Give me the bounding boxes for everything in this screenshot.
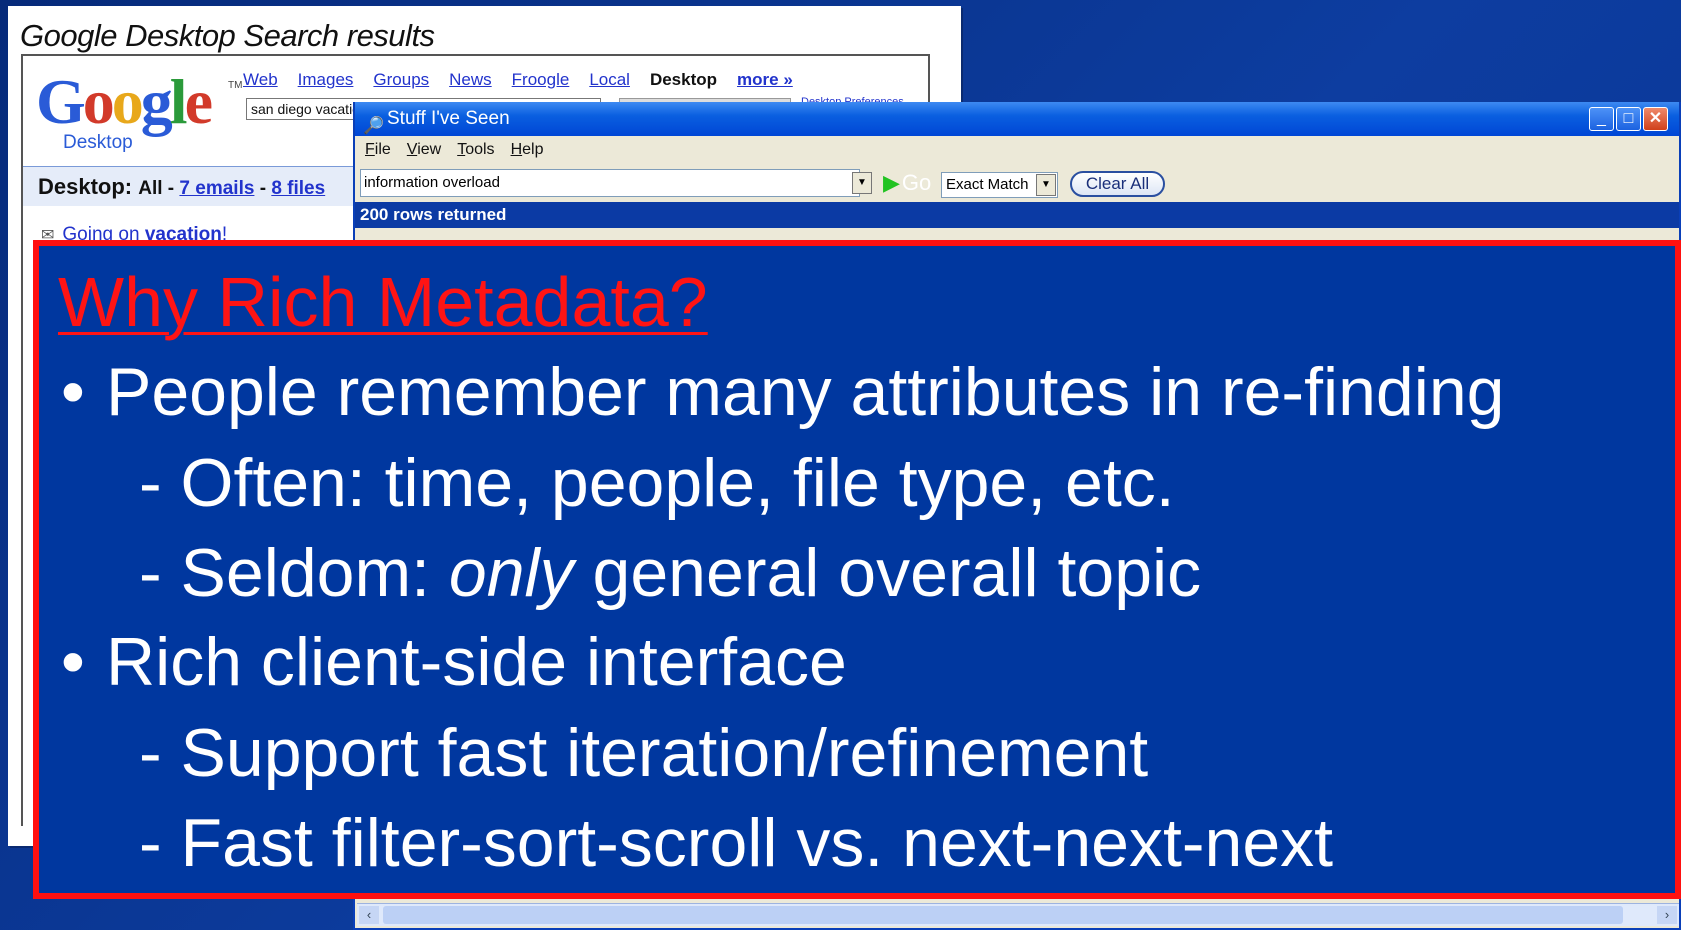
go-button[interactable]: ▶Go [883, 169, 931, 197]
results-files-link[interactable]: 8 files [271, 178, 325, 199]
menu-view[interactable]: View [407, 136, 441, 164]
dash-mark: - [139, 535, 181, 611]
bullet-icon: • [61, 624, 85, 700]
nav-news[interactable]: News [449, 70, 492, 90]
logo-desktop-label: Desktop [63, 132, 133, 153]
scroll-thumb[interactable] [383, 906, 1623, 924]
sub-bullet-line: - Often: time, people, file type, etc. [139, 449, 1175, 517]
nav-images[interactable]: Images [298, 70, 354, 90]
minimize-button[interactable]: _ [1589, 107, 1614, 131]
google-desktop-caption: Google Desktop Search results [20, 18, 435, 53]
google-nav: Web Images Groups News Froogle Local Des… [243, 70, 793, 90]
bullet-text: People remember many attributes in re-fi… [106, 354, 1505, 430]
sub-bullet-text: Fast filter-sort-scroll vs. next-next-ne… [180, 805, 1334, 881]
results-all[interactable]: All [138, 178, 162, 199]
bullet-icon: • [61, 354, 85, 430]
bullet-line: • Rich client-side interface [61, 628, 847, 696]
results-sep: - [162, 178, 180, 199]
window-title: Stuff I've Seen [387, 108, 510, 129]
search-toolbar: information overload ▼ ▶Go Exact Match ▼… [355, 164, 1679, 202]
nav-more[interactable]: more » [737, 70, 793, 90]
maximize-button[interactable]: □ [1616, 107, 1641, 131]
play-arrow-icon: ▶ [883, 170, 900, 195]
go-label: Go [901, 170, 932, 195]
dash-mark: - [139, 805, 181, 881]
clear-all-button[interactable]: Clear All [1070, 171, 1165, 197]
slide-panel: Why Rich Metadata? • People remember many… [33, 240, 1681, 899]
bullet-line: • People remember many attributes in re-f… [61, 358, 1504, 426]
sub-bullet-text: Seldom: [180, 535, 449, 611]
sub-bullet-text: general overall topic [573, 535, 1202, 611]
nav-web[interactable]: Web [243, 70, 278, 90]
scroll-left-icon[interactable]: ‹ [359, 906, 379, 924]
menu-tools[interactable]: Tools [457, 136, 494, 164]
title-bar: 🔎 Stuff I've Seen _ □ ✕ [355, 102, 1679, 136]
slide-title: Why Rich Metadata? [58, 263, 708, 341]
sub-bullet-line: - Seldom: only general overall topic [139, 539, 1201, 607]
results-emails-link[interactable]: 7 emails [179, 178, 254, 199]
rows-returned-status: 200 rows returned [355, 202, 1679, 228]
query-dropdown-arrow-icon[interactable]: ▼ [852, 172, 872, 194]
emphasis-text: only [448, 535, 574, 611]
app-key-icon: 🔎 [363, 116, 385, 135]
close-button[interactable]: ✕ [1643, 107, 1668, 131]
dash-mark: - [139, 715, 181, 791]
match-dropdown-arrow-icon[interactable]: ▼ [1036, 174, 1056, 196]
scroll-right-icon[interactable]: › [1657, 906, 1677, 924]
bullet-text: Rich client-side interface [106, 624, 847, 700]
nav-desktop[interactable]: Desktop [650, 70, 717, 90]
results-sep: - [254, 178, 272, 199]
logo-trademark: TM [228, 80, 243, 91]
menu-bar: File View Tools Help [355, 136, 1679, 164]
results-label: Desktop: [38, 174, 133, 199]
sub-bullet-text: Often: time, people, file type, etc. [180, 445, 1175, 521]
menu-help[interactable]: Help [511, 136, 544, 164]
nav-local[interactable]: Local [589, 70, 630, 90]
horizontal-scrollbar[interactable]: ‹ › [357, 903, 1679, 926]
google-logo: Google [36, 66, 213, 137]
dash-mark: - [139, 445, 181, 521]
sub-bullet-line: - Fast filter-sort-scroll vs. next-next-… [139, 809, 1333, 877]
nav-froogle[interactable]: Froogle [512, 70, 570, 90]
sub-bullet-line: - Support fast iteration/refinement [139, 719, 1148, 787]
sub-bullet-text: Support fast iteration/refinement [180, 715, 1149, 791]
nav-groups[interactable]: Groups [373, 70, 429, 90]
query-input[interactable]: information overload [360, 169, 860, 197]
